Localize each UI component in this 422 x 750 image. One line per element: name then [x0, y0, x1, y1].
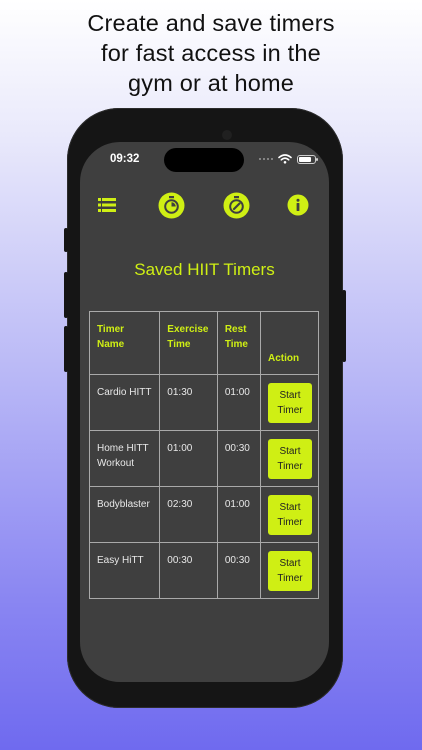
- timer-name: Workout: [97, 458, 135, 469]
- phone-side-button: [64, 272, 68, 318]
- timer-name-cell: Home HITT Workout: [88, 430, 161, 487]
- exercise-time-cell: 01:00: [159, 430, 218, 487]
- start-timer-button[interactable]: Start Timer: [268, 551, 312, 591]
- phone-side-button: [342, 290, 346, 362]
- exercise-time-cell: 01:30: [159, 374, 218, 431]
- timer-edit-icon[interactable]: [223, 192, 250, 219]
- action-cell: Start Timer: [260, 486, 319, 543]
- rest-time-cell: 01:00: [216, 486, 262, 543]
- button-label: Timer: [277, 573, 303, 584]
- headline-line-2: for fast access in the: [101, 40, 321, 66]
- button-label: Start: [279, 502, 301, 513]
- phone-side-button: [64, 228, 68, 252]
- timer-name: Bodyblaster: [97, 499, 150, 510]
- header-label: Rest: [224, 324, 247, 335]
- headline-line-1: Create and save timers: [87, 10, 335, 36]
- exercise-time-cell: 02:30: [159, 486, 218, 543]
- timer-name: Home HITT: [97, 443, 149, 454]
- wifi-icon: [278, 154, 292, 164]
- table-row: Cardio HITT 01:30 01:00 Start Timer: [88, 374, 319, 431]
- table-header-row: Timer Name Exercise Time Rest Time Actio…: [88, 311, 319, 375]
- button-label: Start: [279, 558, 301, 569]
- start-timer-button[interactable]: Start Timer: [268, 439, 312, 479]
- header-timer-name: Timer Name: [88, 311, 161, 375]
- button-label: Timer: [277, 517, 303, 528]
- phone-side-button: [64, 326, 68, 372]
- header-label: Time: [224, 339, 248, 350]
- battery-icon: [297, 154, 318, 164]
- header-action: Action: [260, 311, 319, 375]
- marketing-headline: Create and save timers for fast access i…: [0, 8, 422, 98]
- timer-name-cell: Easy HiTT: [88, 542, 161, 599]
- timer-name: Cardio HITT: [97, 387, 152, 398]
- timer-name-cell: Bodyblaster: [88, 486, 161, 543]
- button-label: Start: [279, 446, 301, 457]
- button-label: Timer: [277, 405, 303, 416]
- saved-timers-table: Timer Name Exercise Time Rest Time Actio…: [88, 311, 319, 599]
- front-camera: [222, 130, 232, 140]
- header-label: Action: [268, 353, 300, 364]
- signal-dots-icon: [259, 158, 273, 160]
- exercise-time-cell: 00:30: [159, 542, 218, 599]
- page-title: Saved HIIT Timers: [134, 260, 275, 279]
- header-rest-time: Rest Time: [216, 311, 262, 375]
- rest-time-cell: 00:30: [216, 430, 262, 487]
- app-screen: 09:32 Saved HIIT Timers Timer Name Exerc…: [80, 142, 329, 682]
- status-indicators: [259, 154, 318, 164]
- rest-time-cell: 00:30: [216, 542, 262, 599]
- table-row: Bodyblaster 02:30 01:00 Start Timer: [88, 486, 319, 543]
- timer-name-cell: Cardio HITT: [88, 374, 161, 431]
- timer-name: Easy HiTT: [97, 555, 144, 566]
- rest-time-cell: 01:00: [216, 374, 262, 431]
- header-label: Timer: [97, 324, 125, 335]
- button-label: Timer: [277, 461, 303, 472]
- action-cell: Start Timer: [260, 374, 319, 431]
- status-time: 09:32: [110, 153, 140, 165]
- table-row: Easy HiTT 00:30 00:30 Start Timer: [88, 542, 319, 599]
- header-label: Name: [97, 339, 125, 350]
- menu-list-icon[interactable]: [98, 197, 116, 213]
- info-icon[interactable]: [287, 194, 309, 216]
- start-timer-button[interactable]: Start Timer: [268, 383, 312, 423]
- start-timer-button[interactable]: Start Timer: [268, 495, 312, 535]
- action-cell: Start Timer: [260, 430, 319, 487]
- table-row: Home HITT Workout 01:00 00:30 Start Time…: [88, 430, 319, 487]
- header-exercise-time: Exercise Time: [159, 311, 218, 375]
- header-label: Exercise: [167, 324, 209, 335]
- dynamic-island: [164, 148, 244, 172]
- stopwatch-icon[interactable]: [158, 192, 185, 219]
- header-label: Time: [167, 339, 191, 350]
- button-label: Start: [279, 390, 301, 401]
- headline-line-3: gym or at home: [127, 70, 295, 96]
- action-cell: Start Timer: [260, 542, 319, 599]
